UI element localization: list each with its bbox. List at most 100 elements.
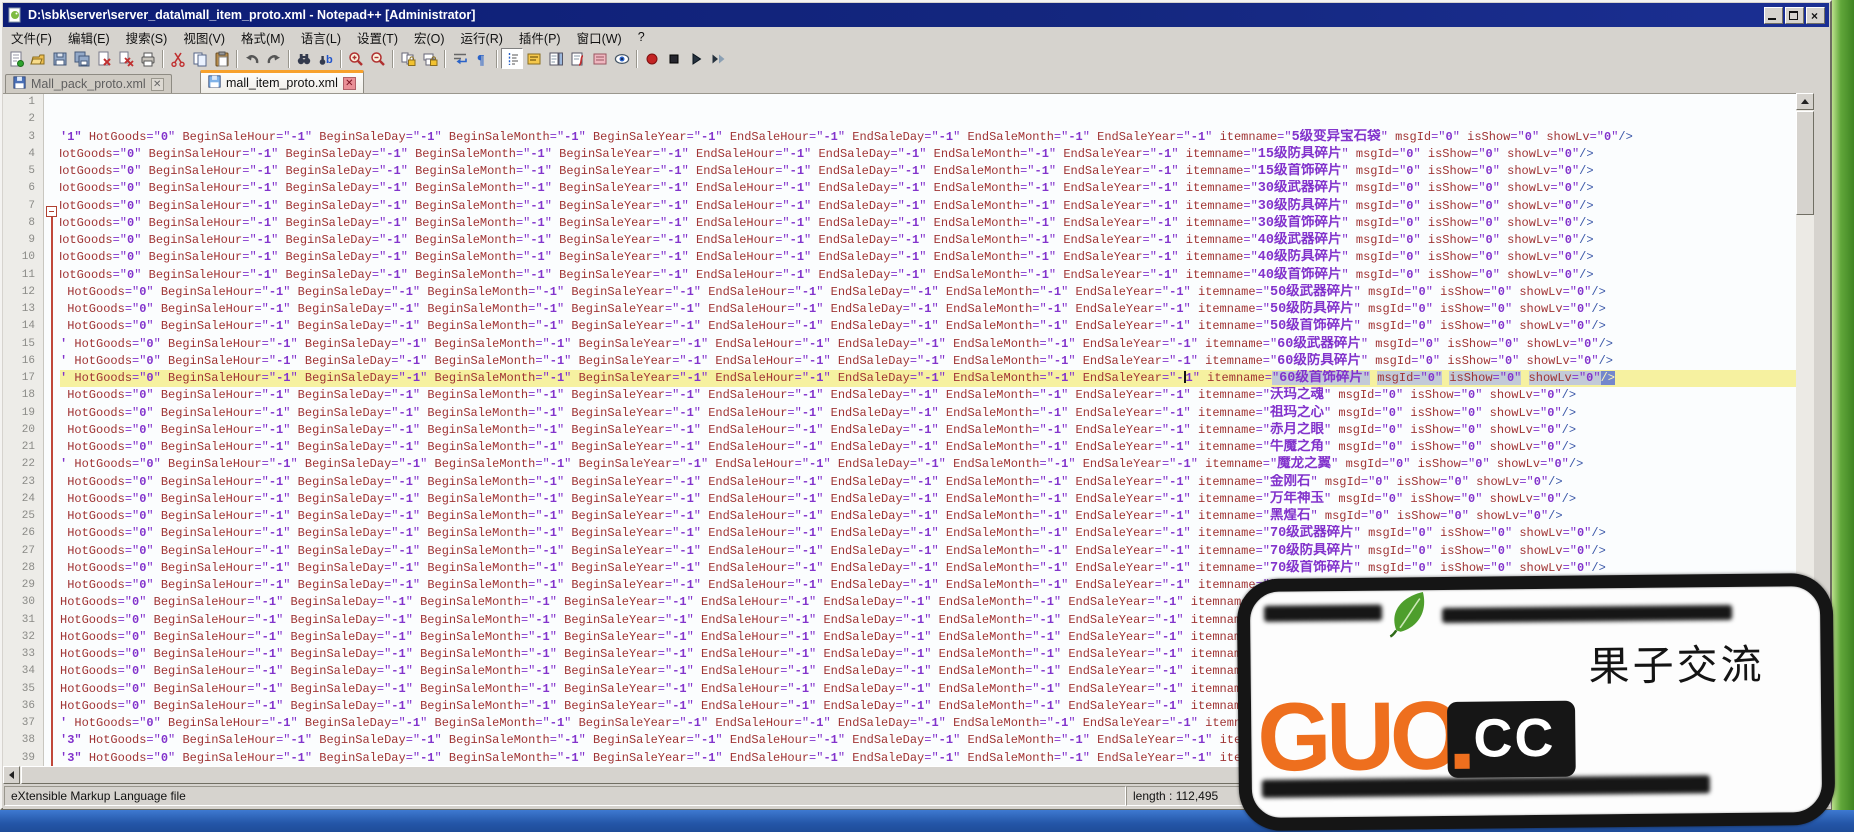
- document-map-icon[interactable]: [545, 48, 567, 69]
- menu-item-9[interactable]: 插件(P): [511, 26, 569, 49]
- close-button[interactable]: ×: [1806, 7, 1825, 24]
- paste-icon[interactable]: [211, 48, 233, 69]
- indent-guide-icon[interactable]: [501, 48, 523, 69]
- line-number: 14: [3, 318, 43, 335]
- new-file-icon[interactable]: [5, 48, 27, 69]
- folder-as-workspace-icon[interactable]: [589, 48, 611, 69]
- code-line-27[interactable]: HotGoods="0" BeginSaleHour="-1" BeginSal…: [60, 543, 1796, 560]
- desktop-wallpaper-strip: [1832, 0, 1854, 810]
- code-line-10[interactable]: HotGoods="0" BeginSaleHour="-1" BeginSal…: [60, 249, 1796, 266]
- print-icon[interactable]: [137, 48, 159, 69]
- undo-icon[interactable]: [241, 48, 263, 69]
- menu-item-5[interactable]: 语言(L): [293, 26, 349, 49]
- line-number: 20: [3, 422, 43, 439]
- code-line-15[interactable]: ' HotGoods="0" BeginSaleHour="-1" BeginS…: [60, 336, 1796, 353]
- zoom-in-icon[interactable]: [345, 48, 367, 69]
- macro-record-icon[interactable]: [641, 48, 663, 69]
- redo-icon[interactable]: [263, 48, 285, 69]
- line-number: 29: [3, 577, 43, 594]
- copy-icon[interactable]: [189, 48, 211, 69]
- document-monitor-icon[interactable]: [611, 48, 633, 69]
- line-number: 2: [3, 111, 43, 128]
- save-all-icon[interactable]: [71, 48, 93, 69]
- tab-close-icon[interactable]: ✕: [151, 78, 164, 91]
- code-line-2[interactable]: [60, 111, 1796, 128]
- fold-collapse-marker[interactable]: [46, 206, 57, 217]
- toolbar-separator: [288, 50, 290, 68]
- toolbar: b¶: [3, 47, 1831, 70]
- code-line-24[interactable]: HotGoods="0" BeginSaleHour="-1" BeginSal…: [60, 491, 1796, 508]
- menu-item-3[interactable]: 视图(V): [175, 26, 233, 49]
- close-all-icon[interactable]: [115, 48, 137, 69]
- window-title: D:\sbk\server\server_data\mall_item_prot…: [28, 8, 475, 22]
- function-list-icon[interactable]: [567, 48, 589, 69]
- code-line-8[interactable]: HotGoods="0" BeginSaleHour="-1" BeginSal…: [60, 215, 1796, 232]
- word-wrap-icon[interactable]: [449, 48, 471, 69]
- code-line-18[interactable]: HotGoods="0" BeginSaleHour="-1" BeginSal…: [60, 387, 1796, 404]
- line-number: 34: [3, 663, 43, 680]
- scroll-up-button[interactable]: [1796, 93, 1814, 110]
- code-line-9[interactable]: HotGoods="0" BeginSaleHour="-1" BeginSal…: [60, 232, 1796, 249]
- save-file-icon[interactable]: [49, 48, 71, 69]
- code-line-17[interactable]: ' HotGoods="0" BeginSaleHour="-1" BeginS…: [60, 370, 1796, 387]
- tab-Mall_pack_proto.xml[interactable]: Mall_pack_proto.xml✕: [5, 74, 172, 93]
- line-number: 16: [3, 353, 43, 370]
- code-line-12[interactable]: HotGoods="0" BeginSaleHour="-1" BeginSal…: [60, 284, 1796, 301]
- code-line-22[interactable]: ' HotGoods="0" BeginSaleHour="-1" BeginS…: [60, 456, 1796, 473]
- menu-item-4[interactable]: 格式(M): [233, 26, 293, 49]
- find-icon[interactable]: [293, 48, 315, 69]
- macro-stop-icon[interactable]: [663, 48, 685, 69]
- open-file-icon[interactable]: [27, 48, 49, 69]
- cut-icon[interactable]: [167, 48, 189, 69]
- code-line-23[interactable]: HotGoods="0" BeginSaleHour="-1" BeginSal…: [60, 474, 1796, 491]
- code-line-5[interactable]: HotGoods="0" BeginSaleHour="-1" BeginSal…: [60, 163, 1796, 180]
- menu-item-7[interactable]: 宏(O): [406, 26, 453, 49]
- menu-item-11[interactable]: ?: [630, 28, 653, 46]
- minimize-button[interactable]: [1764, 7, 1783, 24]
- vertical-scroll-thumb[interactable]: [1796, 111, 1814, 215]
- code-line-25[interactable]: HotGoods="0" BeginSaleHour="-1" BeginSal…: [60, 508, 1796, 525]
- menu-item-6[interactable]: 设置(T): [349, 26, 406, 49]
- menu-item-10[interactable]: 窗口(W): [569, 26, 630, 49]
- code-line-20[interactable]: HotGoods="0" BeginSaleHour="-1" BeginSal…: [60, 422, 1796, 439]
- code-line-26[interactable]: HotGoods="0" BeginSaleHour="-1" BeginSal…: [60, 525, 1796, 542]
- line-number: 5: [3, 163, 43, 180]
- tab-close-icon[interactable]: ✕: [343, 77, 356, 90]
- maximize-button[interactable]: [1785, 7, 1804, 24]
- menu-item-1[interactable]: 编辑(E): [60, 26, 118, 49]
- code-line-28[interactable]: HotGoods="0" BeginSaleHour="-1" BeginSal…: [60, 560, 1796, 577]
- code-line-11[interactable]: HotGoods="0" BeginSaleHour="-1" BeginSal…: [60, 267, 1796, 284]
- code-line-13[interactable]: HotGoods="0" BeginSaleHour="-1" BeginSal…: [60, 301, 1796, 318]
- tab-mall_item_proto.xml[interactable]: mall_item_proto.xml✕: [200, 70, 364, 93]
- menu-item-2[interactable]: 搜索(S): [118, 26, 176, 49]
- code-line-21[interactable]: HotGoods="0" BeginSaleHour="-1" BeginSal…: [60, 439, 1796, 456]
- code-line-19[interactable]: HotGoods="0" BeginSaleHour="-1" BeginSal…: [60, 405, 1796, 422]
- code-line-16[interactable]: ' HotGoods="0" BeginSaleHour="-1" BeginS…: [60, 353, 1796, 370]
- menu-item-8[interactable]: 运行(R): [453, 26, 511, 49]
- macro-run-multiple-icon[interactable]: [707, 48, 729, 69]
- macro-play-icon[interactable]: [685, 48, 707, 69]
- line-number: 22: [3, 456, 43, 473]
- code-line-3[interactable]: '1" HotGoods="0" BeginSaleHour="-1" Begi…: [60, 129, 1796, 146]
- watermark-smudge-left: [1264, 605, 1382, 622]
- code-line-7[interactable]: HotGoods="0" BeginSaleHour="-1" BeginSal…: [60, 198, 1796, 215]
- replace-icon[interactable]: b: [315, 48, 337, 69]
- close-file-icon[interactable]: [93, 48, 115, 69]
- scroll-left-button[interactable]: [3, 766, 20, 784]
- menu-item-0[interactable]: 文件(F): [3, 26, 60, 49]
- code-line-4[interactable]: HotGoods="0" BeginSaleHour="-1" BeginSal…: [60, 146, 1796, 163]
- sync-horizontal-scroll-icon[interactable]: [419, 48, 441, 69]
- show-all-characters-icon[interactable]: ¶: [471, 48, 493, 69]
- code-line-1[interactable]: [60, 94, 1796, 111]
- line-number: 31: [3, 612, 43, 629]
- line-number: 28: [3, 560, 43, 577]
- zoom-out-icon[interactable]: [367, 48, 389, 69]
- user-define-dialog-icon[interactable]: [523, 48, 545, 69]
- code-line-14[interactable]: HotGoods="0" BeginSaleHour="-1" BeginSal…: [60, 318, 1796, 335]
- screen: D:\sbk\server\server_data\mall_item_prot…: [0, 0, 1854, 832]
- title-bar[interactable]: D:\sbk\server\server_data\mall_item_prot…: [3, 3, 1829, 27]
- line-number: 35: [3, 681, 43, 698]
- watermark-smudge-right: [1442, 605, 1732, 623]
- sync-vertical-scroll-icon[interactable]: [397, 48, 419, 69]
- code-line-6[interactable]: HotGoods="0" BeginSaleHour="-1" BeginSal…: [60, 180, 1796, 197]
